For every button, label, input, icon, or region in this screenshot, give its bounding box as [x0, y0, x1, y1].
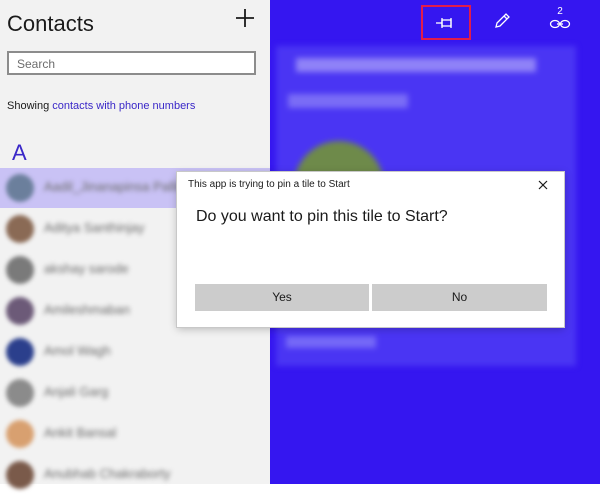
pencil-icon: [495, 13, 510, 28]
contact-name: Aditya Santhinjay: [44, 220, 145, 235]
contact-name: Amol Wagh: [44, 343, 111, 358]
group-header[interactable]: A: [12, 140, 27, 166]
contact-list-item[interactable]: Anubhab Chakraborty: [0, 455, 270, 495]
avatar: [6, 338, 34, 366]
pin-button[interactable]: [421, 5, 471, 40]
contact-name: Ankit Bansal: [44, 425, 117, 440]
close-button[interactable]: [538, 176, 548, 194]
contact-list-item[interactable]: Anjali Garg: [0, 373, 270, 413]
page-title: Contacts: [7, 11, 94, 36]
filter-text: Showing contacts with phone numbers: [7, 100, 195, 112]
contact-name: akshay sarode: [44, 261, 129, 276]
contact-name: Anjali Garg: [44, 384, 109, 399]
link-count: 2: [557, 6, 563, 17]
plus-icon: [236, 9, 254, 27]
no-button[interactable]: No: [372, 284, 547, 311]
yes-button[interactable]: Yes: [195, 284, 369, 311]
avatar: [6, 297, 34, 325]
contact-name: Amileshmaban: [44, 302, 130, 317]
link-icon: [549, 19, 571, 29]
contact-list-item[interactable]: Amol Wagh: [0, 332, 270, 372]
add-contact-button[interactable]: [234, 6, 256, 34]
linked-contacts-button[interactable]: 2: [549, 6, 571, 35]
contact-list-item[interactable]: Ankit Bansal: [0, 414, 270, 454]
dialog-question: Do you want to pin this tile to Start?: [196, 208, 448, 225]
avatar: [6, 461, 34, 489]
avatar: [6, 215, 34, 243]
avatar: [6, 420, 34, 448]
search-input[interactable]: Search: [7, 51, 256, 75]
avatar: [6, 256, 34, 284]
pin-icon: [436, 18, 452, 28]
close-icon: [538, 180, 548, 190]
filter-prefix: Showing: [7, 100, 53, 112]
contact-name: Anubhab Chakraborty: [44, 466, 171, 481]
dialog-title: This app is trying to pin a tile to Star…: [188, 179, 350, 190]
avatar: [6, 174, 34, 202]
avatar: [6, 379, 34, 407]
edit-button[interactable]: [492, 11, 512, 36]
filter-link[interactable]: contacts with phone numbers: [52, 100, 195, 112]
pin-dialog: This app is trying to pin a tile to Star…: [177, 172, 564, 327]
